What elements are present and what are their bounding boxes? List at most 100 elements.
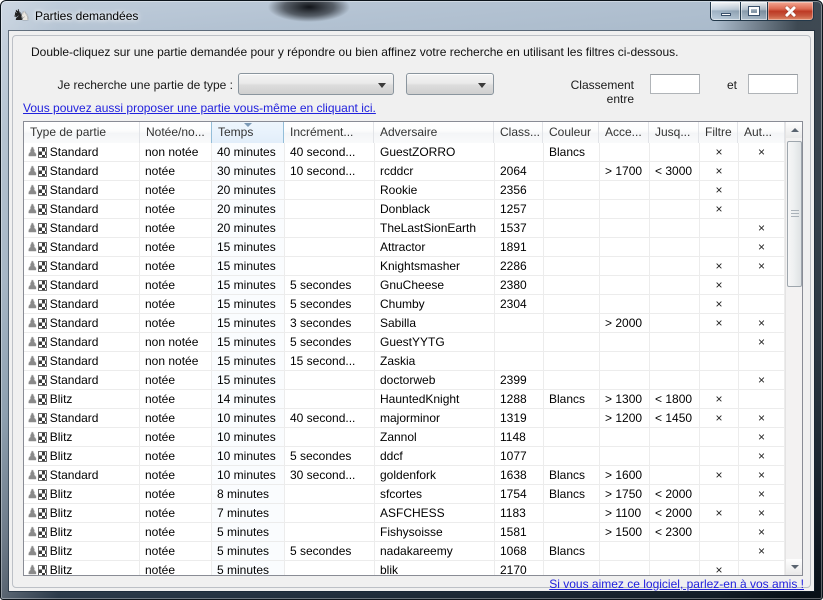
game-variant-select[interactable]: [406, 73, 494, 95]
table-row[interactable]: ♟Standardnotée10 minutes30 second...gold…: [24, 466, 785, 485]
table-row[interactable]: ♟Blitznotée10 minutes5 secondesddcf1077×: [24, 447, 785, 466]
cell-rating: 1638: [495, 466, 544, 484]
header-opponent[interactable]: Adversaire: [374, 122, 494, 143]
header-auto[interactable]: Aut...: [738, 122, 785, 143]
table-row[interactable]: ♟Standardnotée20 minutesRookie2356×: [24, 181, 785, 200]
cell-accept-max: [650, 200, 700, 218]
chessboard-pawn-icon: ♟: [27, 449, 47, 463]
header-rating[interactable]: Class...: [494, 122, 543, 143]
cell-auto: ×: [739, 485, 785, 503]
cell-accept-max: [650, 238, 700, 256]
propose-game-link[interactable]: Vous pouvez aussi proposer une partie vo…: [23, 101, 376, 115]
table-row[interactable]: ♟Standardnon notée40 minutes40 second...…: [24, 143, 785, 162]
table-row[interactable]: ♟Blitznotée5 minutesFishysoisse1581> 150…: [24, 523, 785, 542]
table-row[interactable]: ♟Standardnotée10 minutes40 second...majo…: [24, 409, 785, 428]
cell-auto: ×: [739, 371, 785, 389]
table-row[interactable]: ♟Blitznotée5 minutesblik2170×: [24, 561, 785, 575]
cell-time: 15 minutes: [212, 276, 285, 294]
cell-opponent: GuestYYTG: [375, 333, 495, 351]
tell-friends-link[interactable]: Si vous aimez ce logiciel, parlez-en à v…: [549, 577, 804, 591]
maximize-icon: [749, 7, 759, 15]
cell-increment: [285, 504, 375, 522]
cell-color: [544, 447, 600, 465]
cell-rated: notée: [140, 295, 212, 313]
header-accept-max[interactable]: Jusq...: [649, 122, 699, 143]
chessboard-pawn-icon: ♟: [27, 392, 47, 406]
scrollbar-thumb[interactable]: [787, 141, 802, 287]
table-row[interactable]: ♟Standardnon notée15 minutes15 second...…: [24, 352, 785, 371]
cell-filter: ×: [700, 200, 739, 218]
cell-type: ♟Blitz: [24, 504, 140, 522]
header-accept-min[interactable]: Acce...: [599, 122, 649, 143]
cell-accept-min: > 1200: [600, 409, 650, 427]
cell-increment: 40 second...: [285, 409, 375, 427]
chess-knights-icon: ♞♞: [12, 7, 30, 25]
cell-color: [544, 409, 600, 427]
rating-max-input[interactable]: [748, 74, 798, 94]
table-row[interactable]: ♟Standardnotée15 minutes5 secondesGnuChe…: [24, 276, 785, 295]
cell-opponent: GuestZORRO: [375, 143, 495, 161]
rating-min-input[interactable]: [650, 74, 700, 94]
header-time[interactable]: Temps: [211, 122, 284, 143]
table-row[interactable]: ♟Standardnotée20 minutesTheLastSionEarth…: [24, 219, 785, 238]
cell-filter: [700, 238, 739, 256]
maximize-button[interactable]: [740, 2, 768, 21]
cell-color: [544, 504, 600, 522]
game-type-select[interactable]: [238, 73, 394, 95]
table-row[interactable]: ♟Standardnotée15 minutesAttractor1891×: [24, 238, 785, 257]
cell-type: ♟Standard: [24, 181, 140, 199]
cell-accept-min: > 1600: [600, 466, 650, 484]
table-row[interactable]: ♟Blitznotée10 minutesZannol1148×: [24, 428, 785, 447]
cell-time: 10 minutes: [212, 466, 285, 484]
header-rated[interactable]: Notée/no...: [140, 122, 212, 143]
header-type[interactable]: Type de partie: [24, 122, 140, 143]
chessboard-pawn-icon: ♟: [27, 278, 47, 292]
cell-increment: [285, 200, 375, 218]
table-row[interactable]: ♟Standardnotée15 minutesKnightsmasher228…: [24, 257, 785, 276]
cell-color: [544, 238, 600, 256]
close-button[interactable]: [768, 2, 814, 21]
table-row[interactable]: ♟Blitznotée5 minutes5 secondesnadakareem…: [24, 542, 785, 561]
cell-color: Blancs: [544, 390, 600, 408]
cell-color: [544, 276, 600, 294]
header-increment[interactable]: Incrément...: [284, 122, 374, 143]
table-row[interactable]: ♟Standardnotée15 minutesdoctorweb2399×: [24, 371, 785, 390]
cell-opponent: nadakareemy: [375, 542, 495, 560]
cell-filter: ×: [700, 390, 739, 408]
chessboard-pawn-icon: ♟: [27, 335, 47, 349]
cell-rated: notée: [140, 162, 212, 180]
cell-increment: [285, 428, 375, 446]
table-row[interactable]: ♟Blitznotée7 minutesASFCHESS1183> 1100< …: [24, 504, 785, 523]
cell-filter: [700, 333, 739, 351]
table-row[interactable]: ♟Blitznotée14 minutesHauntedKnight1288Bl…: [24, 390, 785, 409]
table-row[interactable]: ♟Standardnotée15 minutes3 secondesSabill…: [24, 314, 785, 333]
table-row[interactable]: ♟Standardnotée15 minutes5 secondesChumby…: [24, 295, 785, 314]
scroll-up-button[interactable]: [786, 122, 803, 138]
chessboard-pawn-icon: ♟: [27, 202, 47, 216]
table-row[interactable]: ♟Standardnotée30 minutes10 second...rcdd…: [24, 162, 785, 181]
cell-type: ♟Blitz: [24, 561, 140, 575]
cell-rated: notée: [140, 371, 212, 389]
cell-rated: non notée: [140, 143, 212, 161]
header-color[interactable]: Couleur: [543, 122, 599, 143]
cell-opponent: rcddcr: [375, 162, 495, 180]
chevron-down-icon: [478, 83, 486, 88]
vertical-scrollbar[interactable]: [785, 122, 802, 575]
cell-color: [544, 371, 600, 389]
cell-increment: 5 secondes: [285, 295, 375, 313]
cell-auto: [739, 352, 785, 370]
titlebar[interactable]: ♞♞ Parties demandées: [1, 1, 822, 31]
cell-type: ♟Standard: [24, 466, 140, 484]
table-row[interactable]: ♟Standardnon notée15 minutes5 secondesGu…: [24, 333, 785, 352]
cell-type: ♟Standard: [24, 352, 140, 370]
chessboard-pawn-icon: ♟: [27, 506, 47, 520]
table-row[interactable]: ♟Standardnotée20 minutesDonblack1257×: [24, 200, 785, 219]
cell-rating: 2170: [495, 561, 544, 575]
cell-increment: 5 secondes: [285, 333, 375, 351]
header-filter[interactable]: Filtre: [699, 122, 738, 143]
table-row[interactable]: ♟Blitznotée8 minutessfcortes1754Blancs> …: [24, 485, 785, 504]
cell-opponent: ASFCHESS: [375, 504, 495, 522]
scroll-down-button[interactable]: [786, 559, 803, 575]
minimize-button[interactable]: [710, 2, 740, 21]
cell-opponent: Sabilla: [375, 314, 495, 332]
